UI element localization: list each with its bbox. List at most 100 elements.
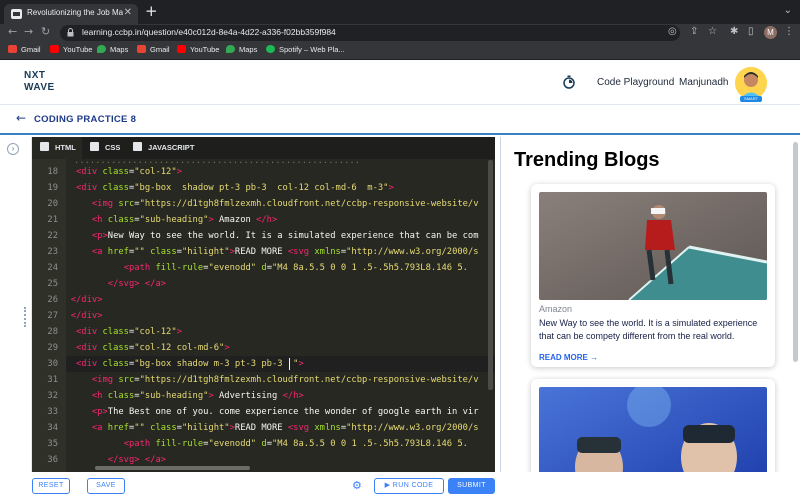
tab-javascript[interactable]: JAVASCRIPT	[129, 137, 211, 159]
editor-vertical-scrollbar[interactable]	[488, 160, 493, 390]
vr-man-image	[539, 192, 767, 300]
bookmark-gmail[interactable]: Gmail	[8, 45, 41, 54]
line-number: 20	[47, 199, 58, 209]
bookmark-star-icon[interactable]: ☆	[708, 26, 717, 37]
code-line[interactable]: <p>The Best one of you. come experience …	[92, 407, 479, 417]
output-preview: Trending Blogs Amazon New Way to see the…	[500, 137, 800, 472]
line-number: 28	[47, 327, 58, 337]
code-line[interactable]: <img src="https://d1tgh8fmlzexmh.cloudfr…	[92, 375, 479, 385]
share-icon[interactable]: ⇪	[690, 26, 698, 37]
tab-search-icon[interactable]: ⌄	[784, 5, 792, 16]
blog-description: New Way to see the world. It is a simula…	[539, 318, 758, 341]
action-bar: RESET SAVE ⚙ ▶ RUN CODE SUBMIT	[0, 472, 800, 500]
preview-heading: Trending Blogs	[514, 149, 660, 171]
username: Manjunadh	[679, 77, 729, 88]
back-icon[interactable]: ←	[8, 25, 17, 38]
profile-avatar[interactable]: M	[764, 26, 777, 39]
code-editor[interactable]: HTML CSS JAVASCRIPT ....................…	[32, 137, 495, 472]
line-number: 33	[47, 407, 58, 417]
practice-title: CODING PRACTICE 8	[34, 114, 137, 125]
preview-vertical-scrollbar[interactable]	[793, 142, 798, 362]
read-more-link[interactable]: READ MORE →	[539, 353, 598, 362]
tab-close-icon[interactable]: ✕	[124, 7, 132, 18]
url-text: learning.ccbp.in/question/e40c012d-8e4a-…	[82, 27, 336, 37]
save-button[interactable]: SAVE	[87, 478, 125, 494]
blog-card	[531, 379, 775, 472]
gmail-icon	[8, 45, 17, 53]
browser-toolbar: ← → ↻ learning.ccbp.in/question/e40c012d…	[0, 24, 800, 42]
avatar-badge: SMART	[740, 96, 762, 102]
forward-icon[interactable]: →	[24, 25, 33, 38]
submit-button[interactable]: SUBMIT	[448, 478, 495, 494]
google-lens-icon[interactable]: ◎	[668, 26, 677, 37]
expand-panel-icon[interactable]: ›	[7, 143, 19, 155]
code-line[interactable]: <div class="bg-box shadow pt-3 pb-3 col-…	[76, 183, 394, 193]
resize-handle-icon[interactable]	[24, 307, 27, 327]
code-line[interactable]: </svg> </a>	[108, 279, 166, 289]
code-line[interactable]: <path fill-rule="evenodd" d="M4 8a.5.5 0…	[124, 263, 468, 273]
blog-card: Amazon New Way to see the world. It is a…	[531, 184, 775, 367]
timer-icon[interactable]	[562, 75, 576, 89]
browser-tab-bar: Revolutionizing the Job Market ✕ + ⌄	[0, 0, 800, 24]
line-number: 25	[47, 279, 58, 289]
code-line[interactable]: </div>	[71, 295, 103, 305]
code-line[interactable]: <h class="sub-heading"> Advertising </h>	[92, 391, 304, 401]
code-line[interactable]: </div>	[71, 311, 103, 321]
user-avatar[interactable]	[735, 67, 767, 99]
code-line[interactable]: <h class="sub-heading"> Amazon </h>	[92, 215, 277, 225]
code-line[interactable]: <a href="" class="hilight">READ MORE <sv…	[92, 247, 479, 257]
line-number: 36	[47, 455, 58, 465]
code-line-partial: ........................................…	[74, 159, 360, 165]
side-panel-icon[interactable]: ▯	[748, 26, 754, 37]
line-number: 34	[47, 423, 58, 433]
code-line[interactable]: <div class="bg-box shadow m-3 pt-3 pb-3 …	[76, 359, 304, 369]
blog-card-image	[539, 192, 767, 300]
css-file-icon	[90, 142, 99, 151]
line-number: 29	[47, 343, 58, 353]
line-number: 31	[47, 375, 58, 385]
bookmark-spotify[interactable]: Spotify – Web Pla...	[266, 45, 345, 54]
blog-card-image	[539, 387, 767, 472]
run-code-button[interactable]: ▶ RUN CODE	[374, 478, 444, 494]
new-tab-icon[interactable]: +	[145, 2, 158, 20]
html-file-icon	[40, 142, 49, 151]
bookmark-youtube-2[interactable]: YouTube	[177, 45, 219, 54]
bookmark-youtube[interactable]: YouTube	[50, 45, 92, 54]
code-line[interactable]: </svg> </a>	[108, 455, 166, 465]
bookmark-maps[interactable]: Maps	[97, 45, 128, 54]
youtube-icon	[50, 45, 59, 53]
settings-gear-icon[interactable]: ⚙	[352, 479, 362, 492]
line-number: 18	[47, 167, 58, 177]
extensions-icon[interactable]: ✱	[730, 26, 738, 37]
maps-icon	[226, 45, 235, 53]
code-playground-link[interactable]: Code Playground	[597, 77, 674, 88]
code-line[interactable]: <p>New Way to see the world. It is a sim…	[92, 231, 479, 241]
code-line[interactable]: <div class="col-12">	[76, 327, 182, 337]
tab-html[interactable]: HTML	[32, 137, 82, 159]
maps-icon	[97, 45, 106, 53]
editor-horizontal-scrollbar[interactable]	[95, 466, 250, 470]
tab-title: Revolutionizing the Job Market	[27, 8, 123, 17]
reset-button[interactable]: RESET	[32, 478, 70, 494]
tab-css[interactable]: CSS	[86, 137, 130, 159]
blog-category: Amazon	[539, 304, 573, 314]
bookmark-gmail-2[interactable]: Gmail	[137, 45, 170, 54]
line-number: 30	[47, 359, 58, 369]
code-line[interactable]: <path fill-rule="evenodd" d="M4 8a.5.5 0…	[124, 439, 468, 449]
spotify-icon	[266, 45, 275, 53]
bookmark-maps-2[interactable]: Maps	[226, 45, 257, 54]
nxtwave-logo[interactable]: NXT WAVE	[24, 70, 72, 96]
practice-bar: ← CODING PRACTICE 8	[0, 105, 800, 135]
line-number: 26	[47, 295, 58, 305]
js-file-icon	[133, 142, 142, 151]
back-arrow-icon[interactable]: ←	[16, 111, 26, 125]
address-bar[interactable]: learning.ccbp.in/question/e40c012d-8e4a-…	[60, 25, 680, 41]
code-line[interactable]: <div class="col-12 col-md-6">	[76, 343, 230, 353]
code-line[interactable]: <a href="" class="hilight">READ MORE <sv…	[92, 423, 479, 433]
reload-icon[interactable]: ↻	[41, 25, 50, 38]
menu-icon[interactable]: ⋮	[784, 26, 794, 37]
code-line[interactable]: <div class="col-12">	[76, 167, 182, 177]
code-line[interactable]: <img src="https://d1tgh8fmlzexmh.cloudfr…	[92, 199, 479, 209]
browser-tab[interactable]: Revolutionizing the Job Market ✕	[4, 4, 138, 24]
line-number: 21	[47, 215, 58, 225]
